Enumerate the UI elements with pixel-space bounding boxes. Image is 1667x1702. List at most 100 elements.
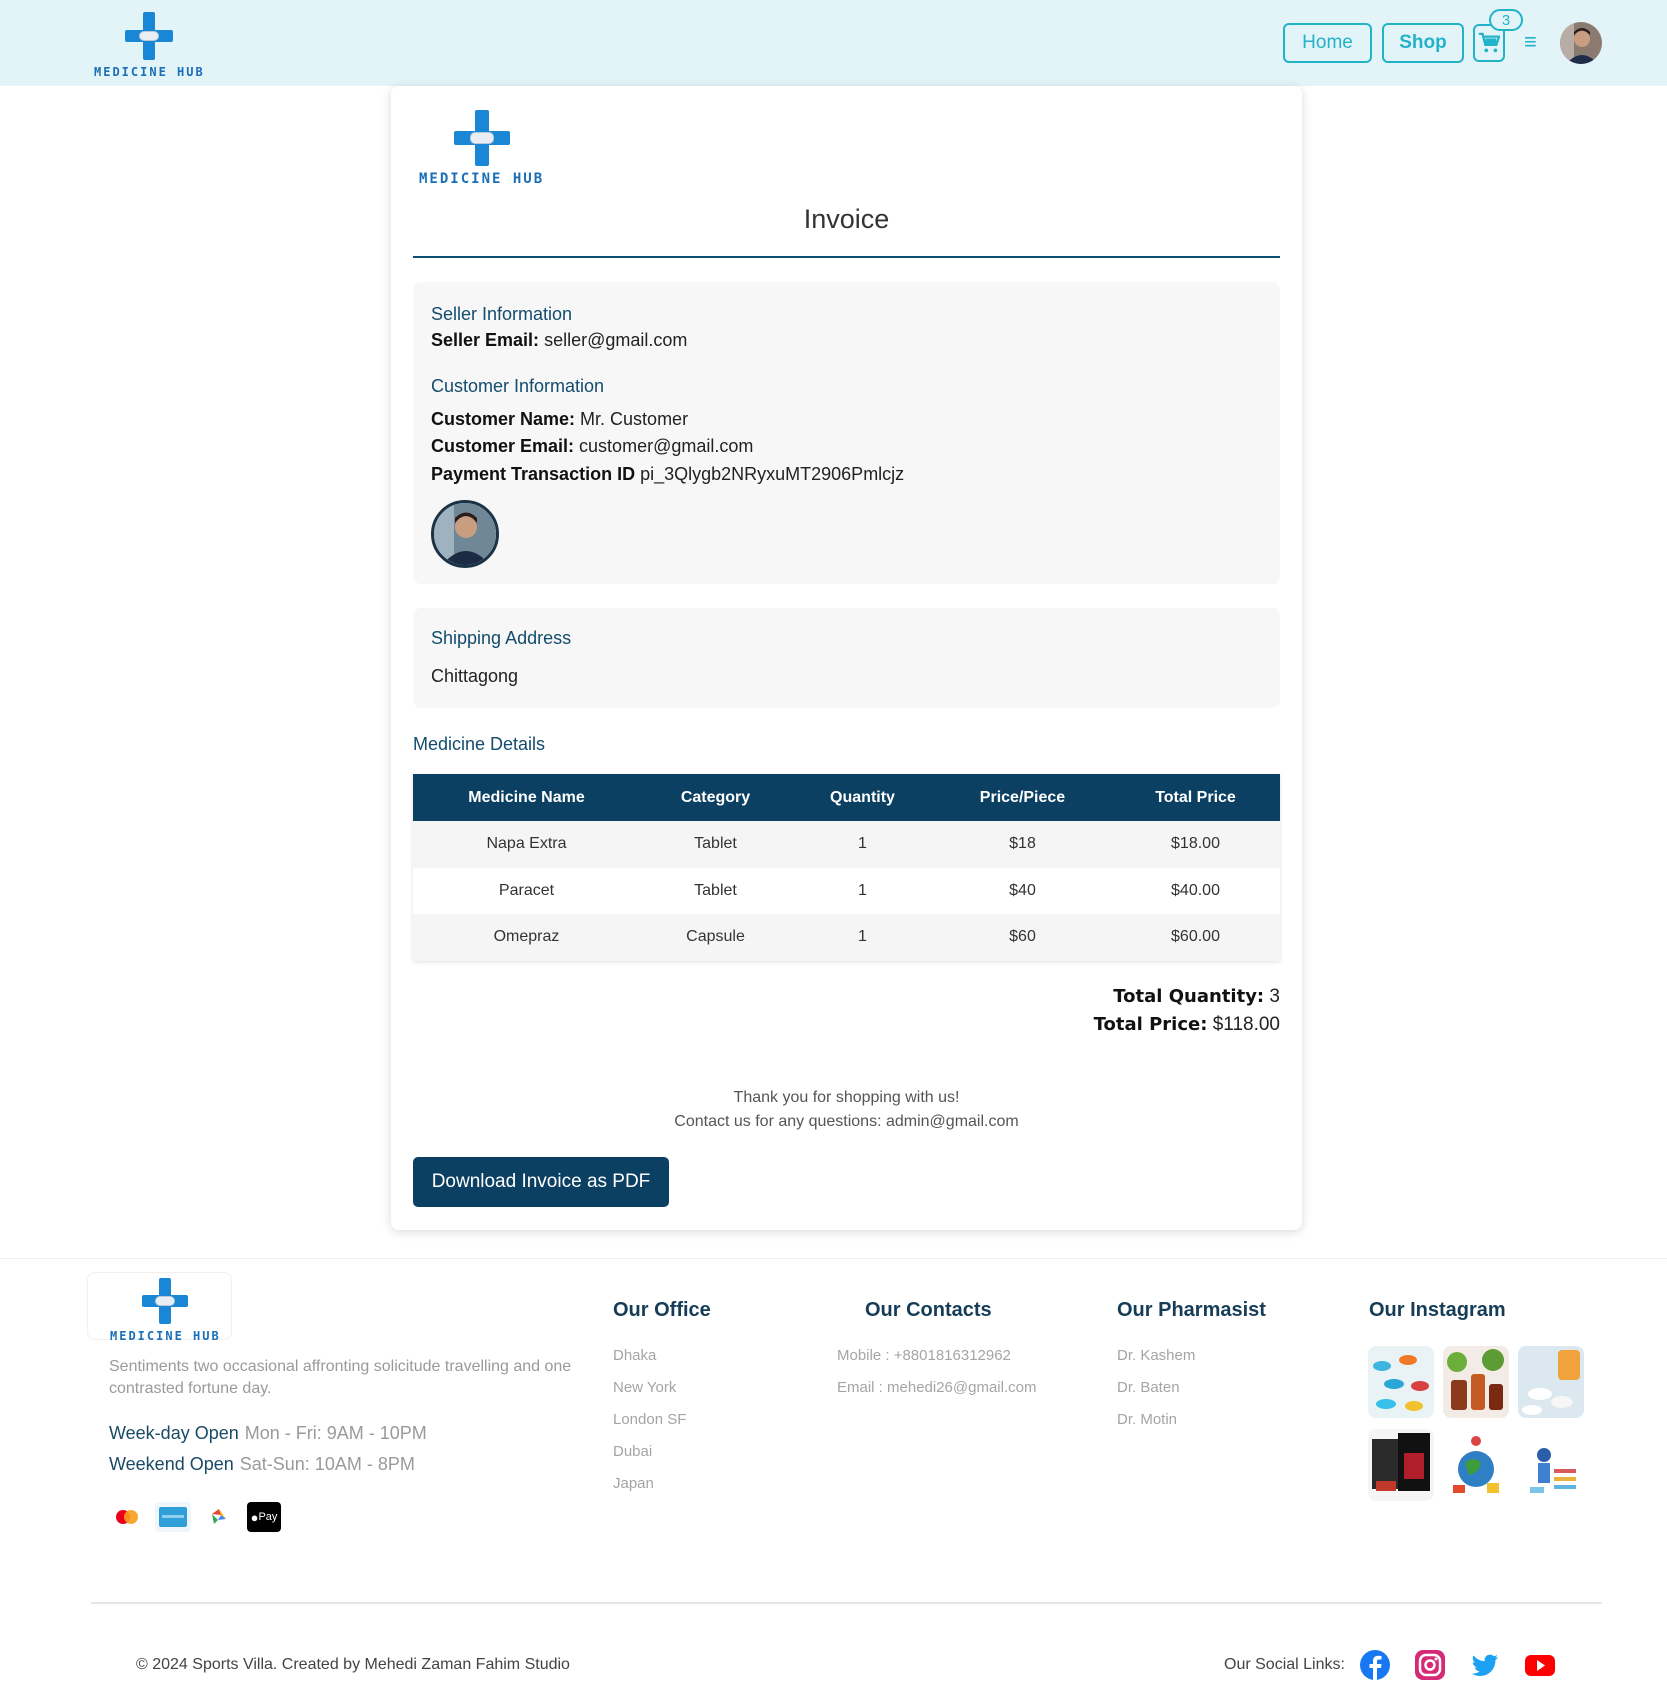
youtube-icon[interactable] [1524,1650,1555,1680]
instagram-heading: Our Instagram [1369,1299,1506,1321]
contacts-heading: Our Contacts [865,1299,992,1321]
column-header: Total Price [1111,774,1280,821]
weekday-time: Mon - Fri: 9AM - 10PM [244,1423,427,1443]
pharmacist-heading: Our Pharmasist [1117,1299,1266,1321]
instagram-icon[interactable] [1415,1650,1445,1680]
total-price-value: $118.00 [1207,1014,1280,1035]
contact-email[interactable]: Email : mehedi26@gmail.com [837,1379,1036,1396]
footer-tagline: Sentiments two occasional affronting sol… [109,1358,572,1397]
weekend-label: Weekend Open [109,1454,234,1474]
column-header: Price/Piece [934,774,1111,821]
table-row: Paracet Tablet 1 $40 $40.00 [413,867,1280,914]
mastercard-icon [109,1502,145,1532]
customer-avatar [431,500,499,568]
table-cell: Tablet [640,821,791,868]
column-header: Quantity [791,774,934,821]
download-pdf-button[interactable]: Download Invoice as PDF [413,1157,669,1207]
invoice-logo: MEDICINE HUB [419,110,544,187]
contact-mobile[interactable]: Mobile : +8801816312962 [837,1347,1011,1364]
medical-cross-icon [453,110,510,166]
customer-email-line: Customer Email: customer@gmail.com [431,436,753,457]
seller-email-label: Seller Email: [431,330,540,350]
table-cell: Paracet [413,867,640,914]
footer-divider [0,1258,1667,1259]
table-cell: Capsule [640,914,791,961]
footer-logo[interactable]: MEDICINE HUB [110,1278,221,1343]
customer-email-label: Customer Email: [431,436,575,456]
column-header: Category [640,774,791,821]
google-pay-icon [201,1502,237,1532]
table-cell: $60.00 [1111,914,1280,961]
user-avatar[interactable] [1560,22,1602,64]
cart-count-badge: 3 [1489,9,1523,31]
office-heading: Our Office [613,1299,711,1321]
home-button[interactable]: Home [1283,23,1372,63]
office-link[interactable]: New York [613,1379,676,1396]
hamburger-menu-icon[interactable]: ≡ [1524,31,1537,53]
medicine-table: Medicine Name Category Quantity Price/Pi… [413,774,1280,961]
instagram-thumbnail[interactable] [1368,1346,1434,1418]
transaction-id-value: pi_3Qlygb2NRyxuMT2906Pmlcjz [635,464,905,484]
shipping-panel: Shipping Address Chittagong [413,608,1280,708]
total-quantity-value: 3 [1264,986,1280,1007]
total-price-label: Total Price: [1093,1014,1208,1035]
table-header-row: Medicine Name Category Quantity Price/Pi… [413,774,1280,821]
table-cell: Omepraz [413,914,640,961]
instagram-thumbnail[interactable] [1443,1429,1509,1501]
shop-button[interactable]: Shop [1382,23,1464,63]
title-divider [413,256,1280,258]
instagram-thumbnail[interactable] [1518,1429,1584,1501]
cart-icon [1478,32,1500,53]
weekend-time: Sat-Sun: 10AM - 8PM [239,1454,415,1474]
medicine-details-heading: Medicine Details [413,734,546,754]
transaction-id-label: Payment Transaction ID [431,464,636,484]
table-cell: 1 [791,867,934,914]
table-cell: $18 [934,821,1111,868]
top-navbar: MEDICINE HUB Home Shop 3 ≡ [0,0,1667,86]
column-header: Medicine Name [413,774,640,821]
pharmacist-link[interactable]: Dr. Motin [1117,1411,1177,1428]
facebook-icon[interactable] [1360,1650,1390,1680]
pharmacist-link[interactable]: Dr. Baten [1117,1379,1180,1396]
social-links-label: Our Social Links: [1224,1656,1345,1673]
customer-email-value: customer@gmail.com [574,436,754,456]
total-quantity-line: Total Quantity: 3 [1113,986,1280,1008]
medical-cross-icon [125,12,174,60]
office-link[interactable]: Dubai [613,1443,652,1460]
customer-info-heading: Customer Information [431,376,605,396]
brand-logo-text: MEDICINE HUB [94,65,205,79]
invoice-card: MEDICINE HUB Invoice Seller Information … [391,86,1302,1230]
office-link[interactable]: London SF [613,1411,686,1428]
total-price-line: Total Price: $118.00 [1094,1014,1280,1036]
customer-name-label: Customer Name: [431,409,576,429]
brand-logo[interactable]: MEDICINE HUB [94,12,205,79]
transaction-id-line: Payment Transaction ID pi_3Qlygb2NRyxuMT… [431,464,904,485]
seller-info-heading: Seller Information [431,304,573,324]
weekday-hours: Week-day Open Mon - Fri: 9AM - 10PM [109,1423,427,1444]
footer-logo-text: MEDICINE HUB [110,1329,221,1343]
seller-email-value: seller@gmail.com [539,330,688,350]
invoice-logo-text: MEDICINE HUB [419,171,545,187]
contact-text: Contact us for any questions: admin@gmai… [674,1113,1019,1130]
table-cell: 1 [791,914,934,961]
table-cell: $18.00 [1111,821,1280,868]
table-cell: Tablet [640,867,791,914]
pharmacist-link[interactable]: Dr. Kashem [1117,1347,1195,1364]
total-quantity-label: Total Quantity: [1113,986,1265,1007]
table-cell: $40.00 [1111,867,1280,914]
table-row: Napa Extra Tablet 1 $18 $18.00 [413,821,1280,868]
instagram-thumbnail[interactable] [1368,1429,1434,1501]
thank-you-text: Thank you for shopping with us! [733,1089,960,1106]
office-link[interactable]: Dhaka [613,1347,656,1364]
seller-email-line: Seller Email: seller@gmail.com [431,330,687,351]
table-row: Omepraz Capsule 1 $60 $60.00 [413,914,1280,961]
invoice-title: Invoice [803,204,890,234]
instagram-thumbnail[interactable] [1443,1346,1509,1418]
twitter-icon[interactable] [1470,1650,1500,1680]
office-link[interactable]: Japan [613,1475,654,1492]
shipping-heading: Shipping Address [431,628,572,648]
table-cell: 1 [791,821,934,868]
table-cell: Napa Extra [413,821,640,868]
table-cell: $60 [934,914,1111,961]
instagram-thumbnail[interactable] [1518,1346,1584,1418]
